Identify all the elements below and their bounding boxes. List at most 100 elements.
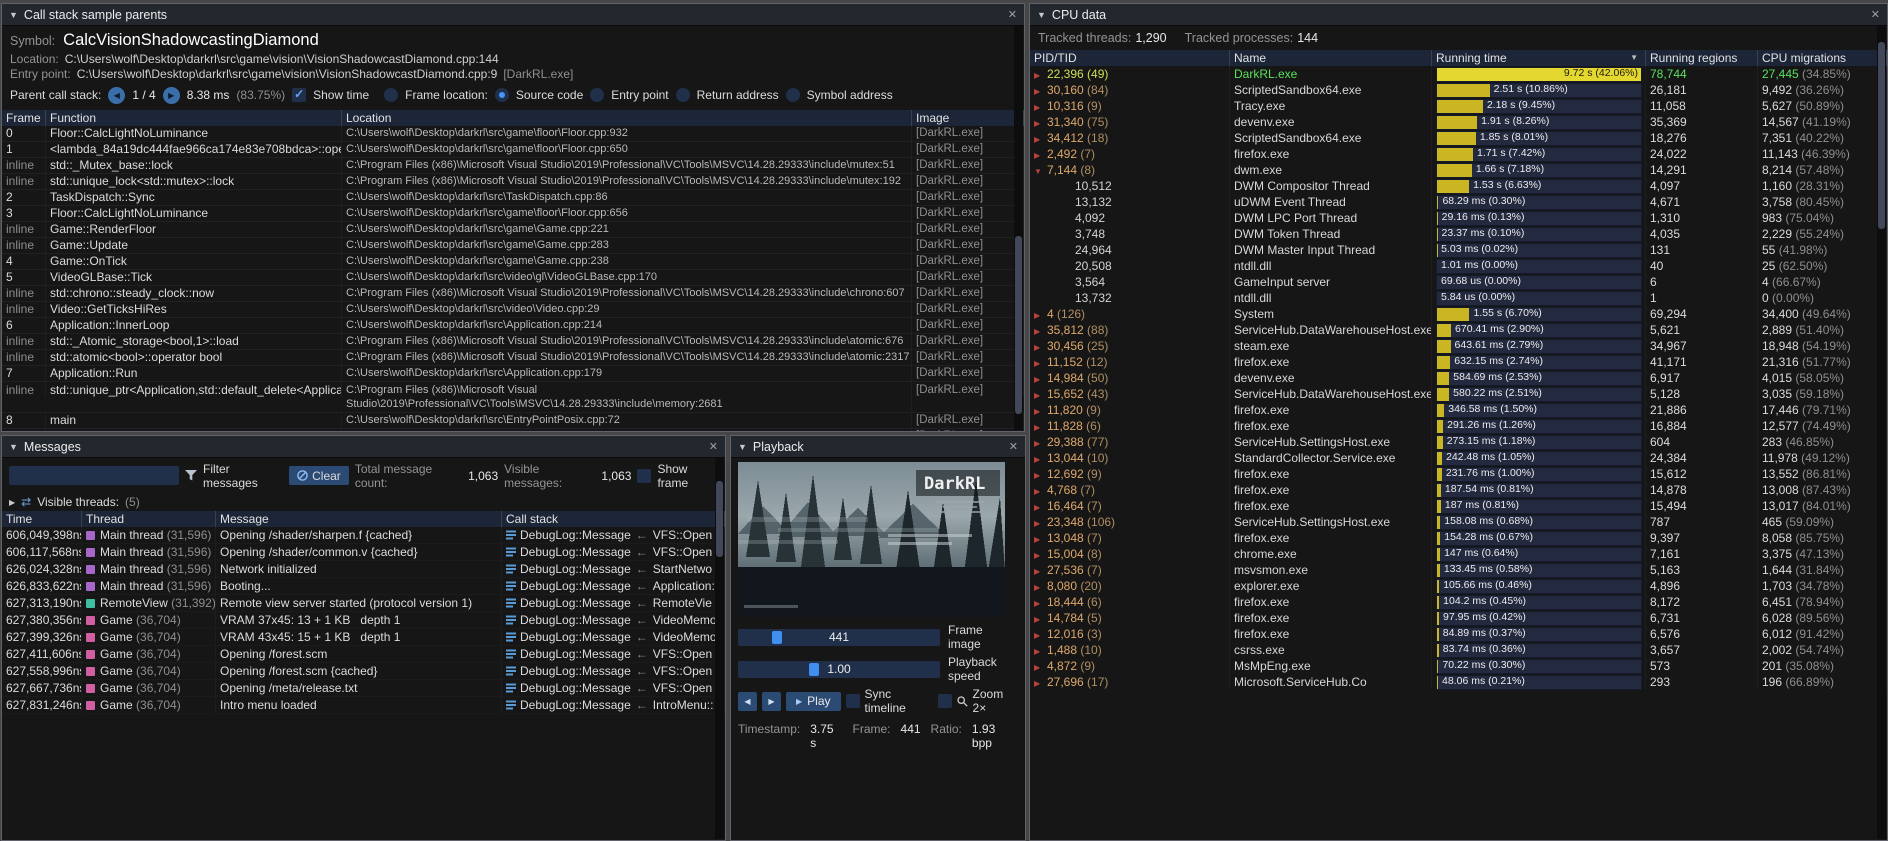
- expand-right-icon[interactable]: ▶: [9, 498, 15, 507]
- cpu-row[interactable]: ▶35,812 (88)ServiceHub.DataWarehouseHost…: [1030, 322, 1887, 338]
- message-row[interactable]: 627,313,190nsRemoteView (31,392)Remote v…: [2, 595, 725, 612]
- column-thread[interactable]: Thread: [82, 511, 216, 527]
- message-callstack[interactable]: DebugLog::Message←StartNetwo: [502, 561, 725, 577]
- visible-threads-row[interactable]: ▶ ⇄ Visible threads: (5): [2, 493, 725, 511]
- message-callstack[interactable]: DebugLog::Message←VFS::Open: [502, 646, 725, 662]
- collapse-icon[interactable]: ▼: [9, 442, 18, 452]
- callstack-row[interactable]: 7Application::RunC:\Users\wolf\Desktop\d…: [2, 366, 1024, 382]
- cpu-row[interactable]: 3,748DWM Token Thread23.37 ms (0.10%)4,0…: [1030, 226, 1887, 242]
- cpu-titlebar[interactable]: ▼ CPU data ✕: [1030, 4, 1887, 26]
- message-callstack[interactable]: DebugLog::Message←VFS::Open: [502, 544, 725, 560]
- cpu-row[interactable]: ▶4,872 (9)MsMpEng.exe70.22 ms (0.30%)573…: [1030, 658, 1887, 674]
- expand-right-icon[interactable]: ▶: [1034, 84, 1047, 98]
- message-callstack[interactable]: DebugLog::Message←VFS::Open: [502, 680, 725, 696]
- expand-right-icon[interactable]: ▶: [1034, 340, 1047, 354]
- slider-grab[interactable]: [772, 631, 782, 644]
- column-pid-tid[interactable]: PID/TID: [1030, 50, 1230, 66]
- expand-right-icon[interactable]: ▶: [1034, 612, 1047, 626]
- expand-right-icon[interactable]: ▶: [1034, 452, 1047, 466]
- expand-right-icon[interactable]: ▶: [1034, 468, 1047, 482]
- cpu-row[interactable]: ▶27,536 (7)msvsmon.exe133.45 ms (0.58%)5…: [1030, 562, 1887, 578]
- column-location[interactable]: Location: [342, 110, 912, 126]
- prev-frame-button[interactable]: ◀: [738, 692, 757, 711]
- scrollbar-thumb[interactable]: [1015, 236, 1022, 414]
- cpu-row[interactable]: 20,508ntdll.dll1.01 ms (0.00%)4025 (62.5…: [1030, 258, 1887, 274]
- collapse-icon[interactable]: ▼: [1037, 10, 1046, 20]
- expand-right-icon[interactable]: ▶: [1034, 68, 1047, 82]
- column-message[interactable]: Message: [216, 511, 502, 527]
- cpu-row[interactable]: ▶30,160 (84)ScriptedSandbox64.exe2.51 s …: [1030, 82, 1887, 98]
- callstack-row[interactable]: 5VideoGLBase::TickC:\Users\wolf\Desktop\…: [2, 270, 1024, 286]
- expand-right-icon[interactable]: ▶: [1034, 356, 1047, 370]
- prev-parent-button[interactable]: ◀: [108, 87, 125, 104]
- cpu-row[interactable]: ▶13,044 (10)StandardCollector.Service.ex…: [1030, 450, 1887, 466]
- cpu-row[interactable]: 3,564GameInput server69.68 us (0.00%)64 …: [1030, 274, 1887, 290]
- messages-scrollbar[interactable]: [715, 458, 724, 839]
- message-row[interactable]: 627,411,606nsGame (36,704)Opening /fores…: [2, 646, 725, 663]
- callstack-row[interactable]: 8mainC:\Users\wolf\Desktop\darkrl\src\En…: [2, 413, 1024, 429]
- cpu-row[interactable]: 10,512DWM Compositor Thread1.53 s (6.63%…: [1030, 178, 1887, 194]
- radio-return-address-label[interactable]: Return address: [697, 88, 779, 102]
- cpu-row[interactable]: ▶8,080 (20)explorer.exe105.66 ms (0.46%)…: [1030, 578, 1887, 594]
- message-row[interactable]: 627,558,996nsGame (36,704)Opening /fores…: [2, 663, 725, 680]
- callstack-row[interactable]: 4Game::OnTickC:\Users\wolf\Desktop\darkr…: [2, 254, 1024, 270]
- callstack-row[interactable]: inlineGame::RenderFloorC:\Users\wolf\Des…: [2, 222, 1024, 238]
- radio-entry-point-label[interactable]: Entry point: [611, 88, 668, 102]
- show-frame-checkbox[interactable]: [637, 469, 651, 483]
- callstack-row[interactable]: inlinestd::chrono::steady_clock::nowC:\P…: [2, 286, 1024, 302]
- expand-right-icon[interactable]: ▶: [1034, 100, 1047, 114]
- cpu-row[interactable]: ▶23,348 (106)ServiceHub.SettingsHost.exe…: [1030, 514, 1887, 530]
- expand-right-icon[interactable]: ▶: [1034, 404, 1047, 418]
- cpu-row[interactable]: ▶12,692 (9)firefox.exe231.76 ms (1.00%)1…: [1030, 466, 1887, 482]
- message-row[interactable]: 606,049,398nsMain thread (31,596)Opening…: [2, 527, 725, 544]
- radio-symbol-address[interactable]: [786, 88, 800, 102]
- radio-entry-point[interactable]: [590, 88, 604, 102]
- column-running-time[interactable]: Running time ▼: [1432, 50, 1646, 66]
- cpu-row[interactable]: 24,964DWM Master Input Thread5.03 ms (0.…: [1030, 242, 1887, 258]
- frame-image-slider[interactable]: 441: [738, 629, 940, 646]
- callstack-row[interactable]: inlineVideo::GetTicksHiResC:\Users\wolf\…: [2, 302, 1024, 318]
- expand-right-icon[interactable]: ▶: [1034, 660, 1047, 674]
- expand-right-icon[interactable]: ▶: [1034, 484, 1047, 498]
- column-cpu-migrations[interactable]: CPU migrations: [1758, 50, 1887, 66]
- callstack-row[interactable]: inlinestd::_Atomic_storage<bool,1>::load…: [2, 334, 1024, 350]
- cpu-row[interactable]: ▶2,492 (7)firefox.exe1.71 s (7.42%)24,02…: [1030, 146, 1887, 162]
- sync-timeline-checkbox[interactable]: [846, 694, 860, 708]
- playback-speed-slider[interactable]: 1.00: [738, 661, 940, 678]
- cpu-row[interactable]: ▶4 (126)System1.55 s (6.70%)69,29434,400…: [1030, 306, 1887, 322]
- cpu-row[interactable]: ▶30,456 (25)steam.exe643.61 ms (2.79%)34…: [1030, 338, 1887, 354]
- expand-right-icon[interactable]: ▶: [1034, 148, 1047, 162]
- callstack-row[interactable]: inlinestd::atomic<bool>::operator boolC:…: [2, 350, 1024, 366]
- radio-source-code[interactable]: [495, 88, 509, 102]
- message-row[interactable]: 627,667,736nsGame (36,704)Opening /meta/…: [2, 680, 725, 697]
- expand-right-icon[interactable]: ▶: [1034, 420, 1047, 434]
- column-frame[interactable]: Frame: [2, 110, 46, 126]
- expand-down-icon[interactable]: ▼: [1034, 164, 1047, 178]
- radio-return-address[interactable]: [676, 88, 690, 102]
- cpu-row[interactable]: ▶16,464 (7)firefox.exe187 ms (0.81%)15,4…: [1030, 498, 1887, 514]
- cpu-scrollbar[interactable]: [1877, 26, 1886, 839]
- message-callstack[interactable]: DebugLog::Message←IntroMenu::: [502, 697, 725, 713]
- close-icon[interactable]: ✕: [1008, 8, 1017, 21]
- callstack-scrollbar[interactable]: [1014, 26, 1023, 430]
- close-icon[interactable]: ✕: [709, 440, 718, 453]
- expand-right-icon[interactable]: ▶: [1034, 132, 1047, 146]
- callstack-row[interactable]: 0Floor::CalcLightNoLuminanceC:\Users\wol…: [2, 126, 1024, 142]
- column-function[interactable]: Function: [46, 110, 342, 126]
- expand-right-icon[interactable]: ▶: [1034, 372, 1047, 386]
- column-name[interactable]: Name: [1230, 50, 1432, 66]
- callstack-row[interactable]: 1<lambda_84a19dc444fae966ca174e83e708bdc…: [2, 142, 1024, 158]
- expand-right-icon[interactable]: ▶: [1034, 324, 1047, 338]
- callstack-row[interactable]: 3Floor::CalcLightNoLuminanceC:\Users\wol…: [2, 206, 1024, 222]
- expand-right-icon[interactable]: ▶: [1034, 308, 1047, 322]
- radio-source-code-label[interactable]: Source code: [516, 88, 583, 102]
- expand-right-icon[interactable]: ▶: [1034, 676, 1047, 690]
- message-row[interactable]: 627,831,246nsGame (36,704)Intro menu loa…: [2, 697, 725, 714]
- play-button[interactable]: ▶ Play: [786, 692, 841, 711]
- collapse-icon[interactable]: ▼: [738, 442, 747, 452]
- cpu-row[interactable]: ▶1,488 (10)csrss.exe83.74 ms (0.36%)3,65…: [1030, 642, 1887, 658]
- message-row[interactable]: 627,380,356nsGame (36,704)VRAM 37x45: 13…: [2, 612, 725, 629]
- collapse-icon[interactable]: ▼: [9, 10, 18, 20]
- message-callstack[interactable]: DebugLog::Message←VFS::Open: [502, 527, 725, 543]
- column-image[interactable]: Image: [912, 110, 1024, 126]
